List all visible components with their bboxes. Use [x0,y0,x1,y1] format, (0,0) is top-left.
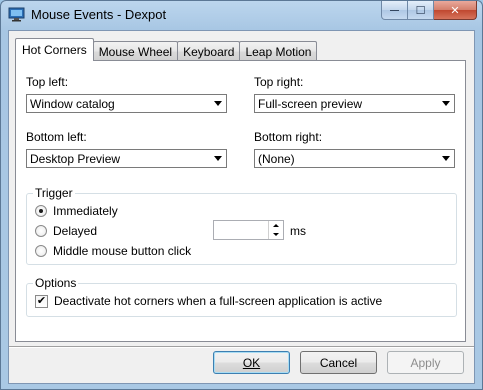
close-icon: ✕ [450,4,460,17]
tab-keyboard[interactable]: Keyboard [177,41,241,61]
trigger-group: Trigger Immediately Delayed ms Middle mo… [26,186,457,265]
apply-button[interactable]: Apply [387,351,464,374]
bottom-right-value: (None) [258,151,295,166]
top-left-select[interactable]: Window catalog [26,94,227,113]
top-left-label: Top left: [26,75,69,89]
cancel-button[interactable]: Cancel [300,351,377,374]
checkbox-checked[interactable]: ✔ [35,294,48,308]
chevron-down-icon [210,96,225,111]
dialog-window: Mouse Events - Dexpot — ☐ ✕ Hot Corners … [0,0,483,390]
top-right-value: Full-screen preview [258,96,363,111]
bottom-right-select[interactable]: (None) [254,149,455,168]
radio-delayed[interactable]: Delayed [35,224,97,238]
delay-stepper[interactable] [213,220,284,240]
top-left-value: Window catalog [30,96,115,111]
delay-unit: ms [290,224,306,238]
deactivate-hot-corners-label: Deactivate hot corners when a full-scree… [54,294,383,308]
spin-up-icon[interactable] [269,221,283,230]
spin-down-icon[interactable] [269,230,283,239]
chevron-down-icon [210,151,225,166]
bottom-left-value: Desktop Preview [30,151,121,166]
bottom-left-select[interactable]: Desktop Preview [26,149,227,168]
tab-strip: Hot Corners Mouse Wheel Keyboard Leap Mo… [15,38,318,61]
trigger-legend: Trigger [33,186,75,200]
top-right-label: Top right: [254,75,304,89]
bottom-left-label: Bottom left: [26,130,87,144]
monitor-icon [8,7,25,22]
spin-buttons [268,221,283,239]
radio-middle-click-label: Middle mouse button click [53,244,192,258]
radio-immediately[interactable]: Immediately [35,204,118,218]
options-group: Options ✔ Deactivate hot corners when a … [26,276,457,317]
window-controls: — ☐ ✕ [381,1,477,20]
radio-immediately-label: Immediately [53,204,118,218]
tab-mouse-wheel[interactable]: Mouse Wheel [92,41,179,61]
apply-label: Apply [410,355,441,370]
bottom-right-label: Bottom right: [254,130,323,144]
maximize-icon: ☐ [415,4,426,17]
chevron-down-icon [438,151,453,166]
options-legend: Options [33,276,79,290]
divider [9,346,474,348]
radio-button[interactable] [35,225,47,237]
close-button[interactable]: ✕ [434,1,477,20]
minimize-icon: — [390,5,399,15]
ok-label: OK [242,355,261,370]
radio-button-checked[interactable] [35,205,47,217]
radio-middle-click[interactable]: Middle mouse button click [35,244,191,258]
top-right-select[interactable]: Full-screen preview [254,94,455,113]
chevron-down-icon [438,96,453,111]
cancel-label: Cancel [319,355,358,370]
dialog-client-area: Hot Corners Mouse Wheel Keyboard Leap Mo… [8,30,475,384]
minimize-button[interactable]: — [381,1,408,20]
radio-delayed-label: Delayed [53,224,98,238]
radio-button[interactable] [35,245,47,257]
title-bar[interactable]: Mouse Events - Dexpot — ☐ ✕ [1,1,482,29]
window-title: Mouse Events - Dexpot [31,7,167,22]
maximize-button[interactable]: ☐ [408,1,434,20]
ok-button[interactable]: OK [213,351,290,374]
tab-leap-motion[interactable]: Leap Motion [239,41,318,61]
deactivate-hot-corners-checkbox[interactable]: ✔ Deactivate hot corners when a full-scr… [35,294,382,308]
hot-corners-panel: Top left: Window catalog Top right: Full… [15,60,466,342]
tab-hot-corners[interactable]: Hot Corners [15,38,94,61]
